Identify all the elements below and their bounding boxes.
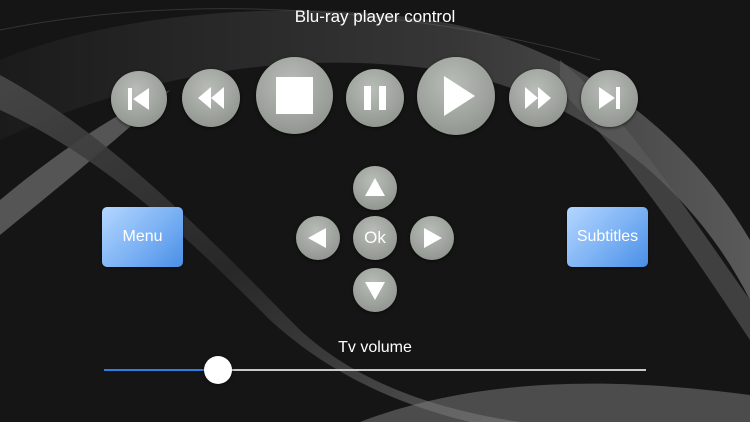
- pause-button[interactable]: [346, 69, 404, 127]
- volume-track: [218, 369, 646, 371]
- volume-slider[interactable]: [104, 355, 646, 385]
- volume-track-filled: [104, 369, 218, 371]
- stop-button[interactable]: [256, 57, 333, 134]
- rewind-icon: [198, 87, 224, 109]
- dpad-left-button[interactable]: [296, 216, 340, 260]
- arrow-right-icon: [424, 228, 442, 248]
- ok-button[interactable]: Ok: [353, 216, 397, 260]
- skip-previous-button[interactable]: [111, 71, 167, 127]
- remote-screen: Blu-ray player control Ok Menu Subtitles…: [0, 0, 750, 422]
- fast-forward-icon: [525, 87, 551, 109]
- menu-button[interactable]: Menu: [102, 207, 183, 267]
- rewind-button[interactable]: [182, 69, 240, 127]
- play-icon: [444, 76, 475, 116]
- skip-next-icon: [599, 87, 620, 109]
- dpad-down-button[interactable]: [353, 268, 397, 312]
- skip-next-button[interactable]: [581, 70, 638, 127]
- pause-icon: [364, 86, 386, 110]
- arrow-up-icon: [365, 178, 385, 196]
- volume-slider-thumb[interactable]: [204, 356, 232, 384]
- dpad-up-button[interactable]: [353, 166, 397, 210]
- skip-previous-icon: [128, 88, 149, 110]
- arrow-down-icon: [365, 282, 385, 300]
- fast-forward-button[interactable]: [509, 69, 567, 127]
- stop-icon: [276, 77, 313, 114]
- arrow-left-icon: [308, 228, 326, 248]
- play-button[interactable]: [417, 57, 495, 135]
- dpad-right-button[interactable]: [410, 216, 454, 260]
- page-title: Blu-ray player control: [294, 7, 456, 26]
- subtitles-button[interactable]: Subtitles: [567, 207, 648, 267]
